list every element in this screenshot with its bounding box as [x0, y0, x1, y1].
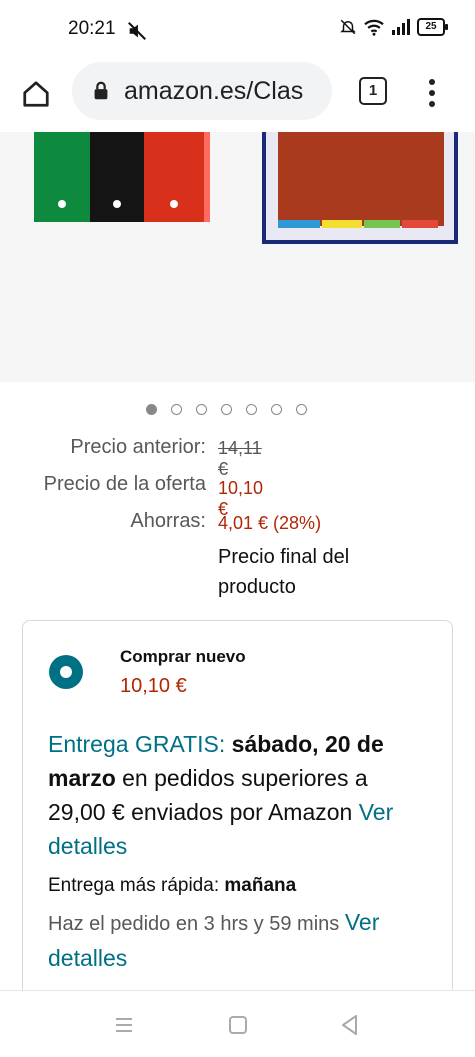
savings-label: Ahorras:: [130, 510, 206, 532]
battery-icon: 25: [417, 18, 448, 36]
signal-icon: [392, 19, 410, 35]
delivery-info: Entrega GRATIS: sábado, 20 de marzo en p…: [48, 727, 428, 863]
wifi-icon: [364, 19, 384, 36]
status-time: 20:21: [68, 18, 116, 39]
carousel-dot[interactable]: [296, 404, 307, 415]
system-nav-bar: [0, 990, 475, 1057]
buy-new-price: 10,10 €: [120, 675, 187, 697]
carousel-dot[interactable]: [271, 404, 282, 415]
order-deadline: Haz el pedido en 3 hrs y 59 mins Ver det…: [48, 905, 438, 977]
offer-price-label: Precio de la oferta: [43, 473, 206, 495]
home-icon: [23, 81, 49, 107]
carousel-dot[interactable]: [246, 404, 257, 415]
product-image[interactable]: [0, 132, 475, 382]
fast-delivery-value: mañana: [224, 875, 297, 896]
status-icons: 25: [339, 18, 448, 36]
recents-menu-icon[interactable]: [112, 1013, 136, 1037]
bell-off-icon: [340, 19, 356, 35]
carousel-dot[interactable]: [146, 404, 157, 415]
image-carousel-dots: [146, 404, 307, 415]
tabs-button[interactable]: 1: [359, 77, 387, 105]
open-binder: [262, 132, 458, 244]
order-deadline-text: Haz el pedido en 3 hrs y 59 mins: [48, 913, 340, 935]
carousel-dot[interactable]: [221, 404, 232, 415]
more-vert-icon[interactable]: [424, 76, 440, 112]
buy-new-title: Comprar nuevo: [120, 647, 246, 666]
status-bar: 20:21 25: [0, 0, 475, 60]
green-binder: [34, 132, 90, 222]
black-binder: [90, 132, 144, 222]
carousel-dot[interactable]: [171, 404, 182, 415]
final-price-note: Precio final del producto: [218, 546, 350, 598]
buy-new-radio[interactable]: [49, 655, 83, 689]
buy-box: Comprar nuevo 10,10 € Entrega GRATIS: sá…: [22, 620, 453, 1040]
previous-price-label: Precio anterior:: [70, 436, 206, 458]
previous-price-value: 14,11 €: [218, 438, 262, 479]
lock-icon: [94, 81, 108, 100]
url-text: amazon.es/Clas: [124, 76, 304, 105]
address-bar[interactable]: amazon.es/Clas: [72, 62, 332, 120]
red-binder: [144, 132, 210, 222]
mute-icon: [128, 22, 146, 40]
home-nav-icon[interactable]: [226, 1013, 250, 1037]
browser-toolbar: amazon.es/Clas 1: [0, 60, 475, 132]
fast-delivery-label: Entrega más rápida:: [48, 875, 220, 896]
fast-delivery: Entrega más rápida: mañana: [48, 875, 438, 897]
home-button[interactable]: [18, 76, 54, 112]
free-delivery-label: Entrega GRATIS:: [48, 731, 226, 757]
carousel-dot[interactable]: [196, 404, 207, 415]
savings-value: 4,01 € (28%): [218, 513, 322, 533]
back-nav-icon[interactable]: [338, 1013, 362, 1037]
